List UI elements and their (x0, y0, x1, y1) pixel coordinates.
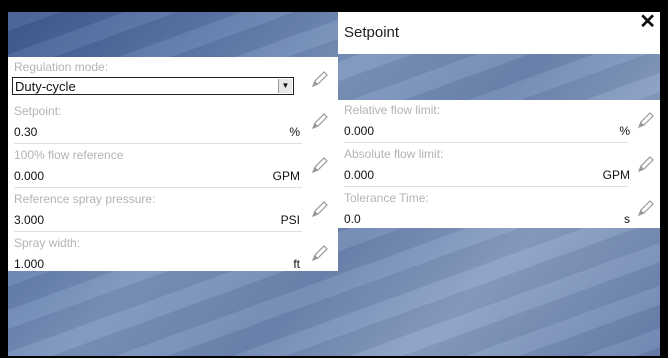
right-settings-panel: Relative flow limit: 0.000 % Absolute fl… (338, 100, 660, 228)
spray-width-label: Spray width: (14, 236, 81, 250)
spray-width-unit: ft (293, 257, 300, 271)
pencil-icon[interactable] (636, 198, 656, 218)
pencil-icon[interactable] (310, 155, 330, 175)
divider (344, 142, 628, 143)
divider (14, 187, 302, 188)
regulation-mode-value: Duty-cycle (15, 79, 76, 94)
pencil-icon[interactable] (310, 69, 330, 89)
spray-pressure-unit: PSI (280, 213, 300, 227)
pencil-icon[interactable] (636, 110, 656, 130)
spray-width-field: Spray width: 1.000 ft (8, 233, 338, 277)
divider (14, 143, 302, 144)
setpoint-value[interactable]: 0.30 (14, 125, 37, 139)
setpoint-field: Setpoint: 0.30 % (8, 101, 338, 145)
absolute-flow-unit: GPM (602, 168, 630, 182)
regulation-mode-label: Regulation mode: (14, 60, 109, 74)
close-icon[interactable]: ✕ (639, 12, 656, 34)
divider (344, 186, 628, 187)
regulation-mode-field: Regulation mode: Duty-cycle ▼ (8, 57, 338, 101)
dialog-header: Setpoint ✕ (338, 12, 660, 54)
relative-flow-label: Relative flow limit: (344, 103, 441, 117)
spray-pressure-value[interactable]: 3.000 (14, 213, 44, 227)
pencil-icon[interactable] (636, 154, 656, 174)
regulation-mode-select[interactable]: Duty-cycle ▼ (12, 77, 294, 95)
absolute-flow-value[interactable]: 0.000 (344, 168, 374, 182)
divider (14, 231, 302, 232)
pencil-icon[interactable] (310, 111, 330, 131)
setpoint-label: Setpoint: (14, 104, 62, 118)
flow-reference-field: 100% flow reference 0.000 GPM (8, 145, 338, 189)
setpoint-unit: % (289, 125, 300, 139)
spray-width-value[interactable]: 1.000 (14, 257, 44, 271)
left-settings-panel: Regulation mode: Duty-cycle ▼ Setpoint: … (8, 57, 338, 271)
dropdown-arrow-icon[interactable]: ▼ (278, 79, 292, 93)
tolerance-time-field: Tolerance Time: 0.0 s (338, 188, 660, 232)
pencil-icon[interactable] (310, 199, 330, 219)
flow-reference-label: 100% flow reference (14, 148, 124, 162)
pencil-icon[interactable] (310, 243, 330, 263)
tolerance-time-label: Tolerance Time: (344, 191, 429, 205)
spray-pressure-label: Reference spray pressure: (14, 192, 156, 206)
absolute-flow-label: Absolute flow limit: (344, 147, 444, 161)
dialog-title: Setpoint (344, 24, 400, 41)
relative-flow-value[interactable]: 0.000 (344, 124, 374, 138)
relative-flow-field: Relative flow limit: 0.000 % (338, 100, 660, 144)
flow-reference-unit: GPM (272, 169, 300, 183)
absolute-flow-field: Absolute flow limit: 0.000 GPM (338, 144, 660, 188)
spray-pressure-field: Reference spray pressure: 3.000 PSI (8, 189, 338, 233)
background: Setpoint ✕ Regulation mode: Duty-cycle ▼… (8, 12, 660, 356)
tolerance-time-value[interactable]: 0.0 (344, 212, 361, 226)
tolerance-time-unit: s (624, 212, 630, 226)
flow-reference-value[interactable]: 0.000 (14, 169, 44, 183)
relative-flow-unit: % (619, 124, 630, 138)
